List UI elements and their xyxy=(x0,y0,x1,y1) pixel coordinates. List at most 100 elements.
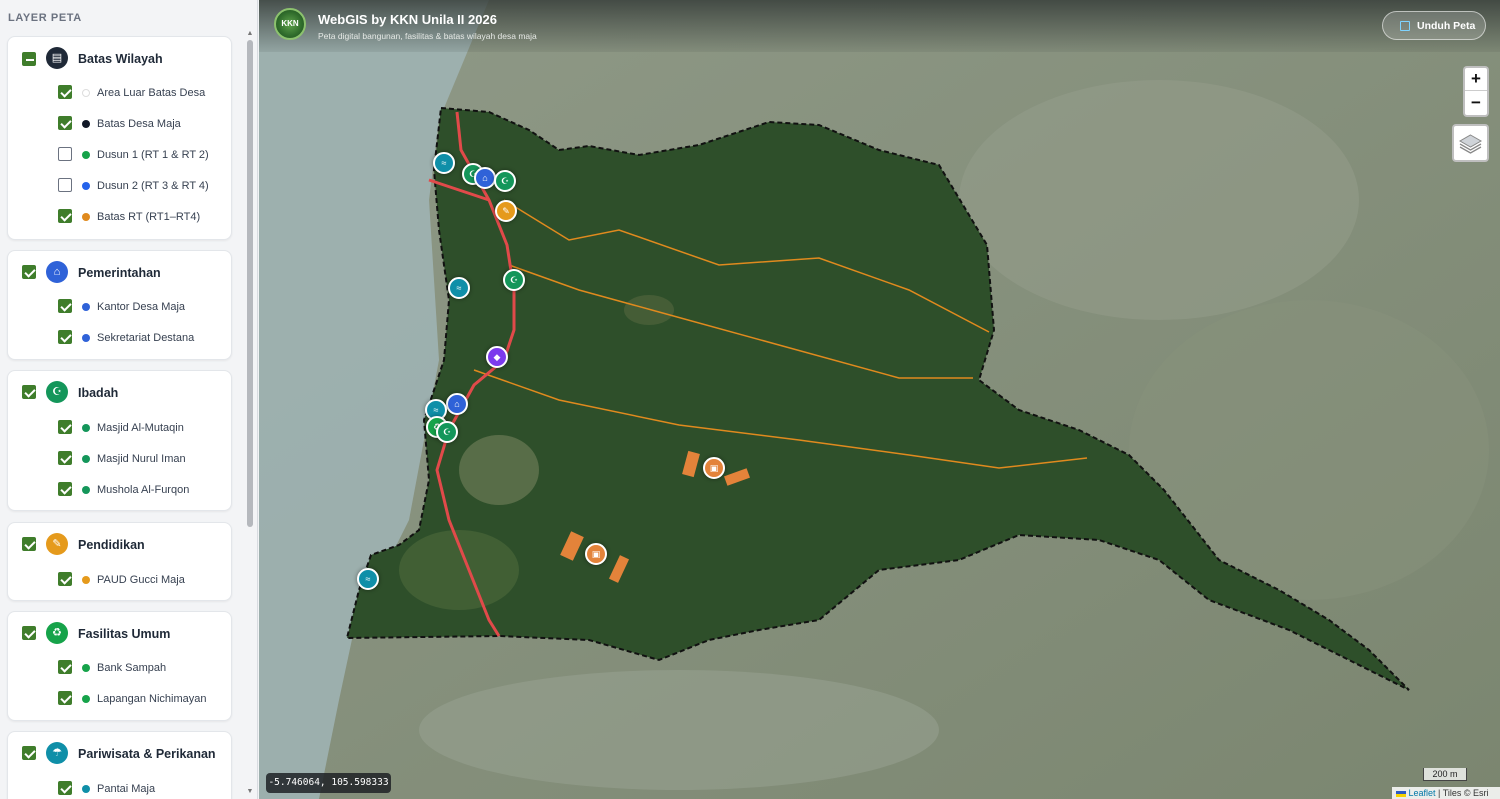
group-label: Ibadah xyxy=(78,386,119,400)
legend-dot xyxy=(82,576,90,584)
building-marker-icon[interactable]: ▣ xyxy=(585,543,607,565)
layer-checkbox[interactable] xyxy=(58,572,72,586)
layer-checkbox[interactable] xyxy=(58,85,72,99)
layer-label: Dusun 1 (RT 1 & RT 2) xyxy=(97,149,209,161)
layer-item[interactable]: Masjid Al-Mutaqin xyxy=(8,412,231,443)
layer-item[interactable]: Area Luar Batas Desa xyxy=(8,77,231,108)
layer-switcher-button[interactable] xyxy=(1452,124,1489,162)
layer-group-batas-wilayah: ▤ Batas Wilayah Area Luar Batas Desa Bat… xyxy=(7,36,232,240)
building-marker-icon[interactable]: ▣ xyxy=(703,457,725,479)
map-attribution: Leaflet | Tiles © Esri xyxy=(1392,787,1500,799)
government-building-icon: ⌂ xyxy=(46,261,68,283)
scale-bar: 200 m xyxy=(1423,768,1467,781)
legend-dot xyxy=(82,151,90,159)
group-checkbox[interactable] xyxy=(22,626,36,640)
legend-dot xyxy=(82,486,90,494)
layer-label: Batas RT (RT1–RT4) xyxy=(97,211,201,223)
layer-item[interactable]: PAUD Gucci Maja xyxy=(8,564,231,595)
group-checkbox[interactable] xyxy=(22,385,36,399)
layer-checkbox[interactable] xyxy=(58,116,72,130)
layer-label: Mushola Al-Furqon xyxy=(97,484,190,496)
download-map-button[interactable]: Unduh Peta xyxy=(1382,11,1486,40)
layer-label: Lapangan Nichimayan xyxy=(97,693,207,705)
layer-item[interactable]: Lapangan Nichimayan xyxy=(8,683,231,714)
legend-dot xyxy=(82,455,90,463)
layer-group-pariwisata: ☂ Pariwisata & Perikanan Pantai Maja xyxy=(7,731,232,799)
group-checkbox[interactable] xyxy=(22,537,36,551)
layer-label: Sekretariat Destana xyxy=(97,332,195,344)
layer-group-ibadah: ☪ Ibadah Masjid Al-Mutaqin Masjid Nurul … xyxy=(7,370,232,511)
scroll-down-arrow-icon[interactable]: ▼ xyxy=(246,788,254,796)
mosque-marker-icon[interactable]: ☪ xyxy=(503,269,525,291)
layer-item[interactable]: Bank Sampah xyxy=(8,652,231,683)
layer-label: Bank Sampah xyxy=(97,662,167,674)
group-header[interactable]: ☪ Ibadah xyxy=(8,371,231,411)
layer-item[interactable]: Masjid Nurul Iman xyxy=(8,443,231,474)
group-header[interactable]: ✎ Pendidikan xyxy=(8,523,231,563)
beach-marker-icon[interactable]: ≈ xyxy=(448,277,470,299)
layer-item[interactable]: Mushola Al-Furqon xyxy=(8,474,231,505)
legend-dot xyxy=(82,182,90,190)
layer-checkbox[interactable] xyxy=(58,299,72,313)
layer-checkbox[interactable] xyxy=(58,147,72,161)
layer-item[interactable]: Batas RT (RT1–RT4) xyxy=(8,201,231,232)
group-label: Fasilitas Umum xyxy=(78,627,171,641)
satellite-basemap xyxy=(259,0,1500,799)
group-header[interactable]: ⌂ Pemerintahan xyxy=(8,251,231,291)
layer-checkbox[interactable] xyxy=(58,660,72,674)
mosque-marker-icon[interactable]: ☪ xyxy=(494,170,516,192)
beach-marker-icon[interactable]: ≈ xyxy=(433,152,455,174)
layer-checkbox[interactable] xyxy=(58,781,72,795)
layer-checkbox[interactable] xyxy=(58,420,72,434)
layer-item[interactable]: Batas Desa Maja xyxy=(8,108,231,139)
kkn-logo: KKN xyxy=(274,8,306,40)
school-marker-icon[interactable]: ✎ xyxy=(495,200,517,222)
zoom-in-button[interactable]: + xyxy=(1465,68,1487,91)
layer-checkbox[interactable] xyxy=(58,691,72,705)
ukraine-flag-icon xyxy=(1396,790,1406,797)
layer-item[interactable]: Dusun 1 (RT 1 & RT 2) xyxy=(8,139,231,170)
layer-item[interactable]: Sekretariat Destana xyxy=(8,322,231,353)
zoom-out-button[interactable]: − xyxy=(1465,92,1487,115)
layer-label: Masjid Nurul Iman xyxy=(97,453,186,465)
school-icon: ✎ xyxy=(46,533,68,555)
legend-dot xyxy=(82,785,90,793)
legend-dot xyxy=(82,89,90,97)
group-checkbox[interactable] xyxy=(22,265,36,279)
beach-marker-icon[interactable]: ≈ xyxy=(357,568,379,590)
group-header[interactable]: ☂ Pariwisata & Perikanan xyxy=(8,732,231,772)
layer-item[interactable]: Pantai Maja xyxy=(8,773,231,799)
pin-marker-icon[interactable]: ◆ xyxy=(486,346,508,368)
layer-label: Area Luar Batas Desa xyxy=(97,87,206,99)
legend-dot xyxy=(82,213,90,221)
layer-group-pemerintahan: ⌂ Pemerintahan Kantor Desa Maja Sekretar… xyxy=(7,250,232,360)
leaflet-link[interactable]: Leaflet xyxy=(1409,788,1436,798)
layer-checkbox[interactable] xyxy=(58,451,72,465)
scroll-up-arrow-icon[interactable]: ▲ xyxy=(246,30,254,38)
group-header[interactable]: ▤ Batas Wilayah xyxy=(8,37,231,77)
layer-checkbox[interactable] xyxy=(58,482,72,496)
layer-checkbox[interactable] xyxy=(58,209,72,223)
layer-item[interactable]: Dusun 2 (RT 3 & RT 4) xyxy=(8,170,231,201)
sidebar-scrollbar[interactable]: ▲ ▼ xyxy=(245,30,255,796)
layer-label: Kantor Desa Maja xyxy=(97,301,186,313)
legend-dot xyxy=(82,424,90,432)
mosque-marker-icon[interactable]: ☪ xyxy=(436,421,458,443)
group-checkbox[interactable] xyxy=(22,52,36,66)
app-subtitle: Peta digital bangunan, fasilitas & batas… xyxy=(318,31,537,41)
group-header[interactable]: ♻ Fasilitas Umum xyxy=(8,612,231,652)
government-marker-icon[interactable]: ⌂ xyxy=(474,167,496,189)
app-title: WebGIS by KKN Unila II 2026 xyxy=(318,12,497,27)
map-canvas[interactable]: ≈ ☪ ⌂ ☪ ✎ ☪ ≈ ◆ ⌂ ≈ ♻ ☪ ▣ ▣ ≈ KKN WebGIS… xyxy=(259,0,1500,799)
layer-label: Batas Desa Maja xyxy=(97,118,181,130)
layer-checkbox[interactable] xyxy=(58,178,72,192)
layer-checkbox[interactable] xyxy=(58,330,72,344)
map-icon: ▤ xyxy=(46,47,68,69)
group-checkbox[interactable] xyxy=(22,746,36,760)
government-marker-icon[interactable]: ⌂ xyxy=(446,393,468,415)
layer-group-pendidikan: ✎ Pendidikan PAUD Gucci Maja xyxy=(7,522,232,601)
scroll-thumb[interactable] xyxy=(247,40,253,527)
layer-sidebar: LAYER PETA ▤ Batas Wilayah Area Luar Bat… xyxy=(0,0,258,799)
layer-group-fasilitas-umum: ♻ Fasilitas Umum Bank Sampah Lapangan Ni… xyxy=(7,611,232,721)
layer-item[interactable]: Kantor Desa Maja xyxy=(8,291,231,322)
